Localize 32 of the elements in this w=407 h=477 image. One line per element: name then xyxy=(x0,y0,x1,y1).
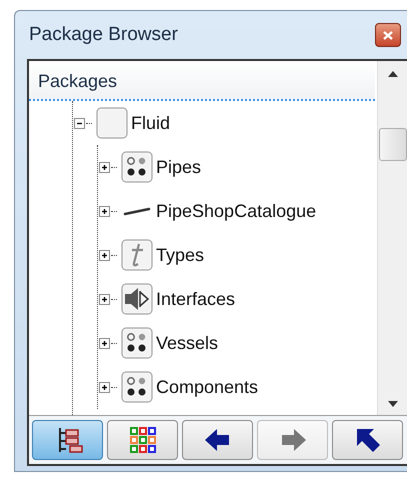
expand-icon[interactable] xyxy=(98,160,111,174)
dots-icon xyxy=(121,151,153,183)
expand-icon[interactable] xyxy=(98,292,111,306)
expand-icon[interactable] xyxy=(98,204,111,218)
tree-item-label[interactable]: Types xyxy=(156,242,204,268)
toolbar-button[interactable] xyxy=(182,420,253,460)
speaker-icon xyxy=(121,283,153,315)
expand-icon[interactable] xyxy=(98,380,111,394)
italic-icon xyxy=(121,239,153,271)
tree-item-label[interactable]: Components xyxy=(156,374,258,400)
toolbar-button[interactable] xyxy=(107,420,178,460)
tree-item-label[interactable]: Vessels xyxy=(156,330,218,356)
line-icon xyxy=(123,206,151,216)
tree-item-label[interactable]: PipeShopCatalogue xyxy=(156,198,316,224)
tree-item-label[interactable]: Pipes xyxy=(156,154,202,180)
toolbar-button[interactable] xyxy=(32,420,103,460)
scroll-up-icon[interactable] xyxy=(388,71,398,77)
scroll-down-icon[interactable] xyxy=(388,401,398,407)
tree-item-label[interactable]: Interfaces xyxy=(156,286,236,312)
expand-icon[interactable] xyxy=(98,248,111,262)
toolbar-button[interactable] xyxy=(332,420,403,460)
tree-item-label[interactable]: Fluid xyxy=(131,110,170,136)
package-icon xyxy=(96,107,128,139)
collapse-icon[interactable] xyxy=(73,116,86,130)
expand-icon[interactable] xyxy=(98,336,111,350)
scrollbar-thumb[interactable] xyxy=(378,128,406,160)
window-title: Package Browser xyxy=(29,22,178,47)
scrollbar[interactable] xyxy=(377,61,407,415)
close-icon xyxy=(382,30,394,40)
dots-icon xyxy=(121,327,153,359)
dots-icon xyxy=(121,371,153,403)
close-button[interactable] xyxy=(375,23,401,47)
